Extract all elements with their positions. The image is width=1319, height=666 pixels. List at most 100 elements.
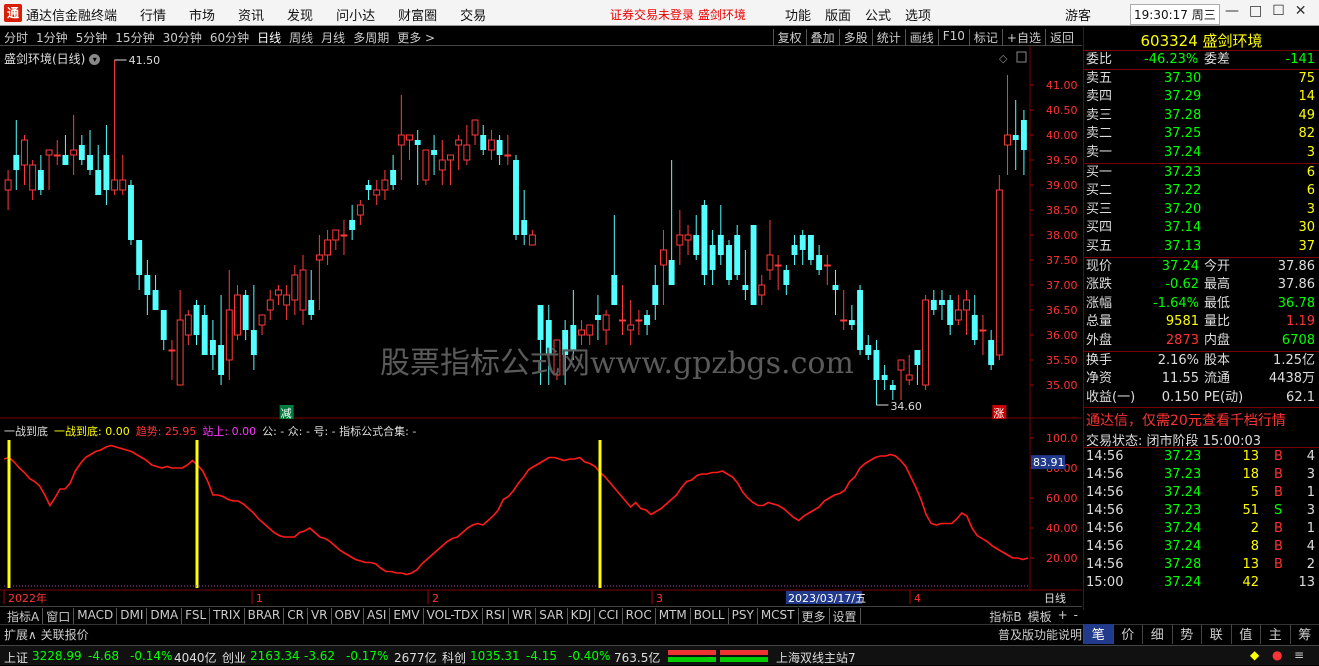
tab-indicator-b[interactable]: 指标B xyxy=(989,608,1021,625)
feature-help-link[interactable]: 普及版功能说明 xyxy=(998,626,1082,643)
candle[interactable] xyxy=(996,175,1002,360)
bid-row[interactable]: 买五37.1337 xyxy=(1084,238,1319,257)
right-tab[interactable]: 细 xyxy=(1142,624,1172,644)
menu-caifuquan[interactable]: 财富圈 xyxy=(398,5,437,24)
right-tab[interactable]: 值 xyxy=(1231,624,1261,644)
candle[interactable] xyxy=(923,295,929,390)
zoom-out-button[interactable]: - xyxy=(1074,608,1078,625)
menu-wenxiaoda[interactable]: 问小达 xyxy=(336,5,375,24)
ask-row[interactable]: 卖一37.243 xyxy=(1084,144,1319,163)
indicator-tab[interactable]: 更多 xyxy=(799,608,830,625)
menu-xuanxiang[interactable]: 选项 xyxy=(905,5,931,24)
period-30min[interactable]: 30分钟 xyxy=(163,29,202,46)
diamond-icon[interactable]: ◇ xyxy=(999,52,1008,65)
period-weekly[interactable]: 周线 xyxy=(289,29,313,46)
btn-diejia[interactable]: 叠加 xyxy=(806,29,839,46)
expand-related-quotes[interactable]: 扩展∧ 关联报价 xyxy=(4,626,89,643)
candle[interactable] xyxy=(128,180,134,245)
indicator-tab[interactable]: MTM xyxy=(656,608,691,625)
candle[interactable] xyxy=(423,150,429,185)
ad-banner[interactable]: 通达信，仅需20元查看千档行情 xyxy=(1084,407,1319,428)
btn-biaoji[interactable]: 标记 xyxy=(969,29,1002,46)
ask-row[interactable]: 卖二37.2582 xyxy=(1084,125,1319,144)
maximize-icon[interactable]: ☐ xyxy=(1272,3,1285,19)
indicator-tab[interactable]: 窗口 xyxy=(43,608,74,625)
menu-faxian[interactable]: 发现 xyxy=(287,5,313,24)
indicator-tab[interactable]: 设置 xyxy=(830,608,861,625)
indicator-tab[interactable]: ROC xyxy=(623,608,656,625)
server-name[interactable]: 上海双线主站7 xyxy=(776,649,856,666)
indicator-tab[interactable]: TRIX xyxy=(210,608,244,625)
right-tab[interactable]: 筹 xyxy=(1290,624,1319,644)
bid-row[interactable]: 买三37.203 xyxy=(1084,201,1319,220)
menu-gongneng[interactable]: 功能 xyxy=(785,5,811,24)
tab-template[interactable]: 模板 xyxy=(1028,608,1052,625)
alert-icon[interactable]: ● xyxy=(1272,648,1282,662)
candle[interactable] xyxy=(701,200,707,285)
minimize-icon[interactable]: — xyxy=(1225,3,1239,19)
period-60min[interactable]: 60分钟 xyxy=(210,29,249,46)
btn-zixuan[interactable]: +自选 xyxy=(1002,29,1045,46)
ask-row[interactable]: 卖四37.2914 xyxy=(1084,88,1319,107)
btn-huaxian[interactable]: 画线 xyxy=(905,29,938,46)
kline-chart[interactable]: 41.0040.5040.0039.5039.0038.5038.0037.50… xyxy=(0,46,1082,606)
indicator-tab[interactable]: RSI xyxy=(483,608,510,625)
menu-gongshi[interactable]: 公式 xyxy=(865,5,891,24)
right-tab[interactable]: 势 xyxy=(1172,624,1202,644)
guest-user[interactable]: 游客 xyxy=(1065,5,1091,24)
close-icon[interactable]: ✕ xyxy=(1295,3,1307,19)
indicator-tab[interactable]: OBV xyxy=(332,608,365,625)
menu-shichang[interactable]: 市场 xyxy=(189,5,215,24)
indicator-tab[interactable]: MACD xyxy=(74,608,117,625)
period-1min[interactable]: 1分钟 xyxy=(36,29,68,46)
btn-fanhui[interactable]: 返回 xyxy=(1045,29,1078,46)
indicator-tab[interactable]: 指标A xyxy=(4,608,43,625)
indicator-tab[interactable]: SAR xyxy=(536,608,567,625)
indicator-tab[interactable]: BOLL xyxy=(691,608,729,625)
right-tab[interactable]: 笔 xyxy=(1083,624,1113,644)
period-more[interactable]: 更多 > xyxy=(397,29,435,46)
period-monthly[interactable]: 月线 xyxy=(321,29,345,46)
indicator-tab[interactable]: PSY xyxy=(729,608,758,625)
candle[interactable] xyxy=(751,225,757,305)
menu-icon[interactable]: ≡ xyxy=(1294,648,1304,662)
info-icon[interactable]: ◆ xyxy=(1250,648,1259,662)
indicator-tab[interactable]: FSL xyxy=(182,608,210,625)
settings-icon[interactable]: ▾ xyxy=(89,54,100,65)
candle[interactable] xyxy=(726,240,732,285)
indicator-tab[interactable]: DMA xyxy=(147,608,182,625)
indicator-tab[interactable]: MCST xyxy=(758,608,799,625)
period-daily[interactable]: 日线 xyxy=(257,29,281,46)
period-5min[interactable]: 5分钟 xyxy=(76,29,108,46)
indicator-tab[interactable]: VOL-TDX xyxy=(424,608,483,625)
right-tab[interactable]: 联 xyxy=(1201,624,1231,644)
menu-jiaoyi[interactable]: 交易 xyxy=(460,5,486,24)
restore-icon[interactable]: □ xyxy=(1249,3,1262,19)
menu-zixun[interactable]: 资讯 xyxy=(238,5,264,24)
bid-row[interactable]: 买二37.226 xyxy=(1084,182,1319,201)
btn-duogu[interactable]: 多股 xyxy=(839,29,872,46)
btn-tongji[interactable]: 统计 xyxy=(872,29,905,46)
candle[interactable] xyxy=(513,155,519,240)
bid-row[interactable]: 买四37.1430 xyxy=(1084,219,1319,238)
right-tab[interactable]: 价 xyxy=(1113,624,1143,644)
ask-row[interactable]: 卖五37.3075 xyxy=(1084,70,1319,89)
indicator-tab[interactable]: BRAR xyxy=(245,608,285,625)
btn-fuquan[interactable]: 复权 xyxy=(773,29,806,46)
indicator-tab[interactable]: ASI xyxy=(364,608,390,625)
indicator-tab[interactable]: KDJ xyxy=(568,608,596,625)
login-notice[interactable]: 证券交易未登录 盛剑环境 xyxy=(610,6,746,23)
period-multi[interactable]: 多周期 xyxy=(353,29,389,46)
indicator-tab[interactable]: EMV xyxy=(390,608,423,625)
candle[interactable] xyxy=(857,285,863,355)
menu-banmian[interactable]: 版面 xyxy=(825,5,851,24)
indicator-tab[interactable]: WR xyxy=(509,608,536,625)
indicator-tab[interactable]: DMI xyxy=(117,608,147,625)
btn-f10[interactable]: F10 xyxy=(938,29,969,46)
menu-hangqing[interactable]: 行情 xyxy=(140,5,166,24)
ask-row[interactable]: 卖三37.2849 xyxy=(1084,107,1319,126)
right-tab[interactable]: 主 xyxy=(1260,624,1290,644)
bid-row[interactable]: 买一37.236 xyxy=(1084,164,1319,183)
period-15min[interactable]: 15分钟 xyxy=(115,29,154,46)
indicator-tab[interactable]: CCI xyxy=(595,608,622,625)
